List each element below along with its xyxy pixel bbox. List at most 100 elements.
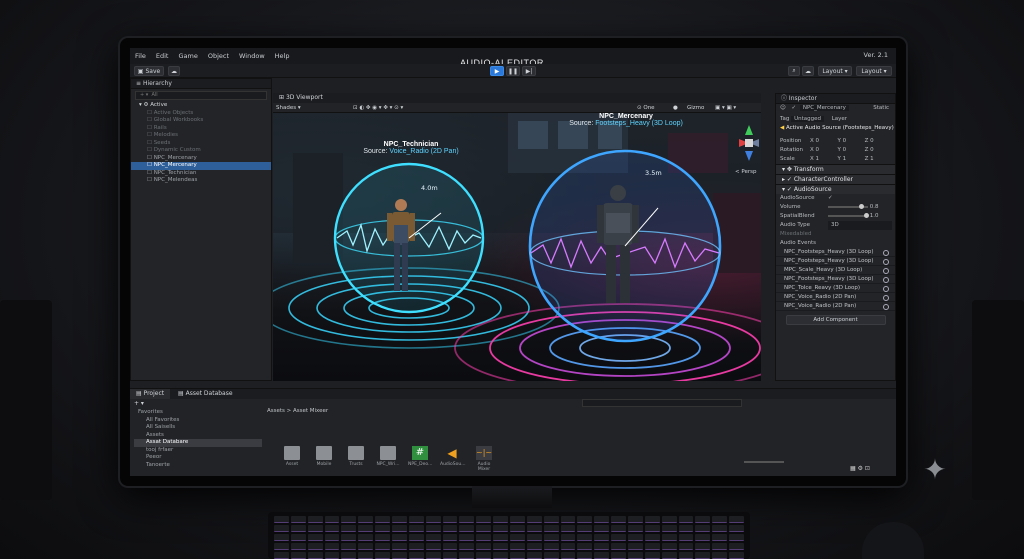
info-icon[interactable]: ●	[673, 103, 678, 113]
audio-event-item[interactable]: MPC_Scale_Heavy (3D Loop)	[776, 266, 895, 275]
menu-file[interactable]: File	[130, 52, 151, 60]
asset-item[interactable]: # NPE_Deo...	[408, 446, 432, 467]
step-button[interactable]: ▶|	[522, 66, 536, 76]
hierarchy-item[interactable]: ☐ NPC_Technician	[131, 170, 271, 178]
cloud-sync-icon[interactable]: ☁	[802, 66, 814, 76]
project-tree-item[interactable]: All Saisells	[134, 424, 262, 432]
window-controls-icon[interactable]: ▦ ⚙ ⊡	[850, 465, 870, 472]
hierarchy-item[interactable]: ☐ Dynamic Custom	[131, 147, 271, 155]
hierarchy-item[interactable]: ☐ Global Workbooks	[131, 117, 271, 125]
audio-type-dropdown[interactable]: 3D	[828, 221, 892, 230]
audio-event-item[interactable]: NPC_Voice_Radio (2D Pan)	[776, 293, 895, 302]
rotation-y[interactable]: 0	[843, 146, 865, 155]
audio-event-item[interactable]: NPC_Footsteps_Heavy (3D Loop)	[776, 257, 895, 266]
npc-mercenary-source-prefix: Source:	[569, 120, 596, 127]
asset-item[interactable]: Asset	[280, 446, 304, 467]
active-checkbox[interactable]: ✓	[791, 105, 796, 111]
static-toggle[interactable]: Static	[873, 104, 889, 113]
tool-icons[interactable]: ⊡ ◐ ✥ ◉ ▾ ✥ ▾ ⊙ ▾	[353, 103, 403, 113]
cloud-icon[interactable]: ☁	[168, 66, 180, 76]
gizmos-dropdown[interactable]: Gizmo	[687, 103, 704, 113]
shading-dropdown[interactable]: Shades ▾	[273, 105, 301, 111]
audio-event-item[interactable]: NPC_Footsteps_Heavy (3D Loop)	[776, 248, 895, 257]
scale-x[interactable]: 1	[816, 155, 838, 164]
hierarchy-item[interactable]: ☐ NPC_Melendeas	[131, 177, 271, 185]
scale-z[interactable]: 1	[870, 156, 874, 162]
npc-mercenary-source: Source: Footsteps_Heavy (3D Loop)	[556, 120, 696, 127]
tab-project[interactable]: ▤ Project	[130, 389, 171, 399]
project-tree-item[interactable]: Assat Databare	[134, 439, 262, 447]
component-transform[interactable]: ▾ ✥ Transform	[776, 164, 895, 174]
audio-event-item[interactable]: NPC_Voice_Radio (2D Pan)	[776, 302, 895, 311]
asset-breadcrumb: Assets > Asset Mixeer	[267, 408, 329, 414]
hierarchy-item[interactable]: ☐ Melodies	[131, 132, 271, 140]
asset-item[interactable]: Mobile	[312, 446, 336, 467]
asset-item[interactable]: NPC_Wri...	[376, 446, 400, 467]
hierarchy-item-label: Seeds	[153, 139, 171, 146]
persp-label[interactable]: < Persp	[735, 169, 756, 175]
spatial-label: SpatialBlend	[780, 213, 815, 219]
rotation-z[interactable]: 0	[870, 147, 874, 153]
folder-icon	[316, 446, 332, 460]
hierarchy-item[interactable]: ☐ Rails	[131, 125, 271, 133]
camera-one-button[interactable]: ⊙ One	[637, 103, 655, 113]
audio-event-item[interactable]: NPC_Tolce_Reavy (3D Loop)	[776, 284, 895, 293]
position-z[interactable]: 0	[870, 138, 874, 144]
hierarchy-search-input[interactable]: + ▾ All	[135, 91, 267, 100]
hierarchy-item[interactable]: ☐ Seeds	[131, 140, 271, 148]
menu-edit[interactable]: Edit	[151, 52, 174, 60]
component-audio-source[interactable]: ▾ ✓ AudioSource	[776, 184, 895, 194]
volume-slider[interactable]	[828, 203, 868, 209]
add-asset-button[interactable]: + ▾	[134, 400, 144, 407]
rotation-x[interactable]: 0	[816, 146, 838, 155]
pause-button[interactable]: ❚❚	[506, 66, 520, 76]
hierarchy-item[interactable]: ☐ NPC_Mercenary	[131, 155, 271, 163]
mixed-label: Mixedabled	[780, 231, 812, 237]
scene-view[interactable]: NPC_Technician Source: Voice_Radio (2D P…	[273, 113, 761, 381]
hierarchy-root[interactable]: ▾ ⚙ Active	[131, 102, 271, 110]
search-icon[interactable]: ⌕	[788, 66, 800, 76]
asset-item[interactable]: Trusts	[344, 446, 368, 467]
volume-value[interactable]: 0.8	[870, 204, 879, 210]
menu-help[interactable]: Help	[270, 52, 295, 60]
zoom-slider[interactable]	[744, 461, 784, 463]
hierarchy-search-placeholder: All	[151, 92, 158, 98]
position-x[interactable]: 0	[816, 137, 838, 146]
asset-item[interactable]: ◀ AudioSou...	[440, 446, 466, 467]
project-tree-item[interactable]: Favorites	[134, 409, 262, 417]
hierarchy-tab[interactable]: ≡ Hierarchy	[131, 79, 271, 89]
object-name-field[interactable]: NPC_Mercenary	[799, 105, 849, 111]
layout-dropdown[interactable]: Layout ▾	[818, 66, 852, 76]
position-y[interactable]: 0	[843, 137, 865, 146]
save-button[interactable]: ▣ Save	[134, 66, 164, 76]
tag-dropdown[interactable]: Untagged	[791, 116, 824, 122]
menu-object[interactable]: Object	[203, 52, 234, 60]
project-search-input[interactable]	[582, 399, 742, 407]
component-character-controller[interactable]: ▸ ✓ CharacterController	[776, 174, 895, 184]
spatial-value[interactable]: 1.0	[870, 213, 879, 219]
project-tree-item[interactable]: Peeor	[134, 454, 262, 462]
layer-dropdown[interactable]: Layout ▾	[856, 66, 892, 76]
audio-source-checkbox[interactable]: ✓	[828, 195, 833, 201]
scale-y[interactable]: 1	[843, 155, 865, 164]
inspector-tab[interactable]: ⓘ Inspector	[776, 94, 895, 104]
audio-event-item[interactable]: NPC_Footsteps_Heavy (3D Loop)	[776, 275, 895, 284]
layer-label: Layout	[861, 67, 882, 75]
viewport-tab[interactable]: ⊞ 3D Viewport	[273, 94, 323, 101]
tab-asset-database[interactable]: ▤ Asset Database	[172, 390, 239, 397]
hierarchy-item[interactable]: ☐ NPC_Mercenary	[131, 162, 271, 170]
tag-layer-row: Tag Untagged Layer	[776, 115, 895, 124]
spatial-slider[interactable]	[828, 212, 869, 218]
hierarchy-item[interactable]: ☐ Active Objects	[131, 110, 271, 118]
layers-icon[interactable]: ▣ ▾ ▣ ▾	[715, 103, 736, 113]
add-component-button[interactable]: Add Component	[785, 315, 886, 325]
project-tree-item[interactable]: Tanoerte	[134, 462, 262, 470]
menu-window[interactable]: Window	[234, 52, 270, 60]
menu-game[interactable]: Game	[173, 52, 202, 60]
project-tree-item[interactable]: All Favorites	[134, 417, 262, 425]
project-tree-item[interactable]: Assets	[134, 432, 262, 440]
asset-item[interactable]: ~|~ Audio Mixer	[472, 446, 496, 472]
project-tree-item[interactable]: tooj frfaer	[134, 447, 262, 455]
position-row: Position X 0Y 0Z 0	[780, 137, 874, 146]
play-button[interactable]: ▶	[490, 66, 504, 76]
